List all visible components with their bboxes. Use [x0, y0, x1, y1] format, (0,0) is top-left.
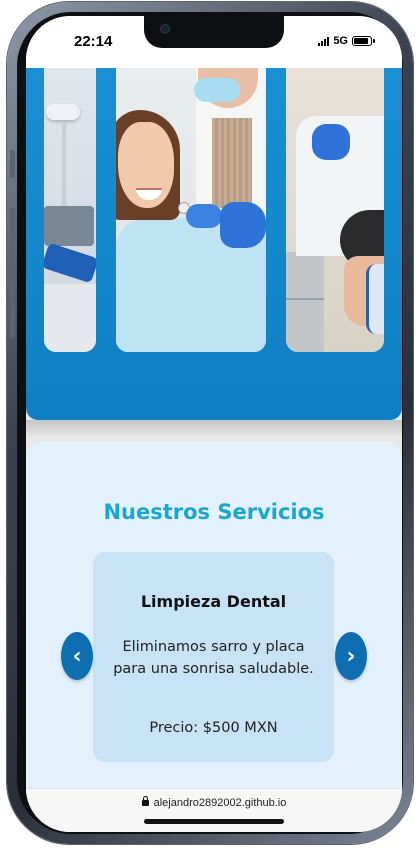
hero-shadow	[26, 420, 402, 438]
signal-icon	[318, 36, 330, 46]
status-time: 22:14	[74, 33, 113, 50]
chevron-right-icon: ›	[346, 643, 356, 669]
battery-icon	[352, 36, 375, 46]
lock-icon	[141, 796, 149, 806]
service-card: Limpieza Dental Eliminamos sarro y placa…	[93, 552, 334, 762]
dentist-patient-photo[interactable]	[286, 68, 384, 352]
volume-up-button	[10, 208, 15, 264]
service-description: Eliminamos sarro y placa para una sonris…	[113, 639, 314, 677]
service-title: Limpieza Dental	[140, 592, 287, 611]
service-price: Precio: $500 MXN	[149, 720, 278, 736]
front-camera	[160, 24, 170, 34]
hero-gallery	[26, 68, 402, 420]
status-bar: 22:14 5G	[26, 16, 402, 68]
notch	[144, 16, 284, 48]
url-text: alejandro2892002.github.io	[153, 797, 287, 809]
status-icons: 5G	[318, 35, 375, 47]
services-title: Nuestros Servicios	[103, 500, 325, 524]
dental-equipment-photo[interactable]	[44, 68, 96, 352]
services-section: Nuestros Servicios Limpieza Dental Elimi…	[26, 442, 402, 832]
url-display[interactable]: alejandro2892002.github.io	[26, 796, 402, 809]
browser-url-bar[interactable]: alejandro2892002.github.io	[26, 788, 402, 832]
mute-switch	[10, 150, 15, 178]
smiling-patient-photo[interactable]	[116, 68, 266, 352]
volume-down-button	[10, 282, 15, 338]
next-service-button[interactable]: ›	[335, 632, 367, 680]
screen: 22:14 5G Nuestros Servicios Limpieza Den…	[26, 16, 402, 832]
prev-service-button[interactable]: ‹	[61, 632, 93, 680]
network-type: 5G	[333, 35, 348, 47]
home-indicator[interactable]	[144, 819, 284, 824]
chevron-left-icon: ‹	[72, 643, 82, 669]
